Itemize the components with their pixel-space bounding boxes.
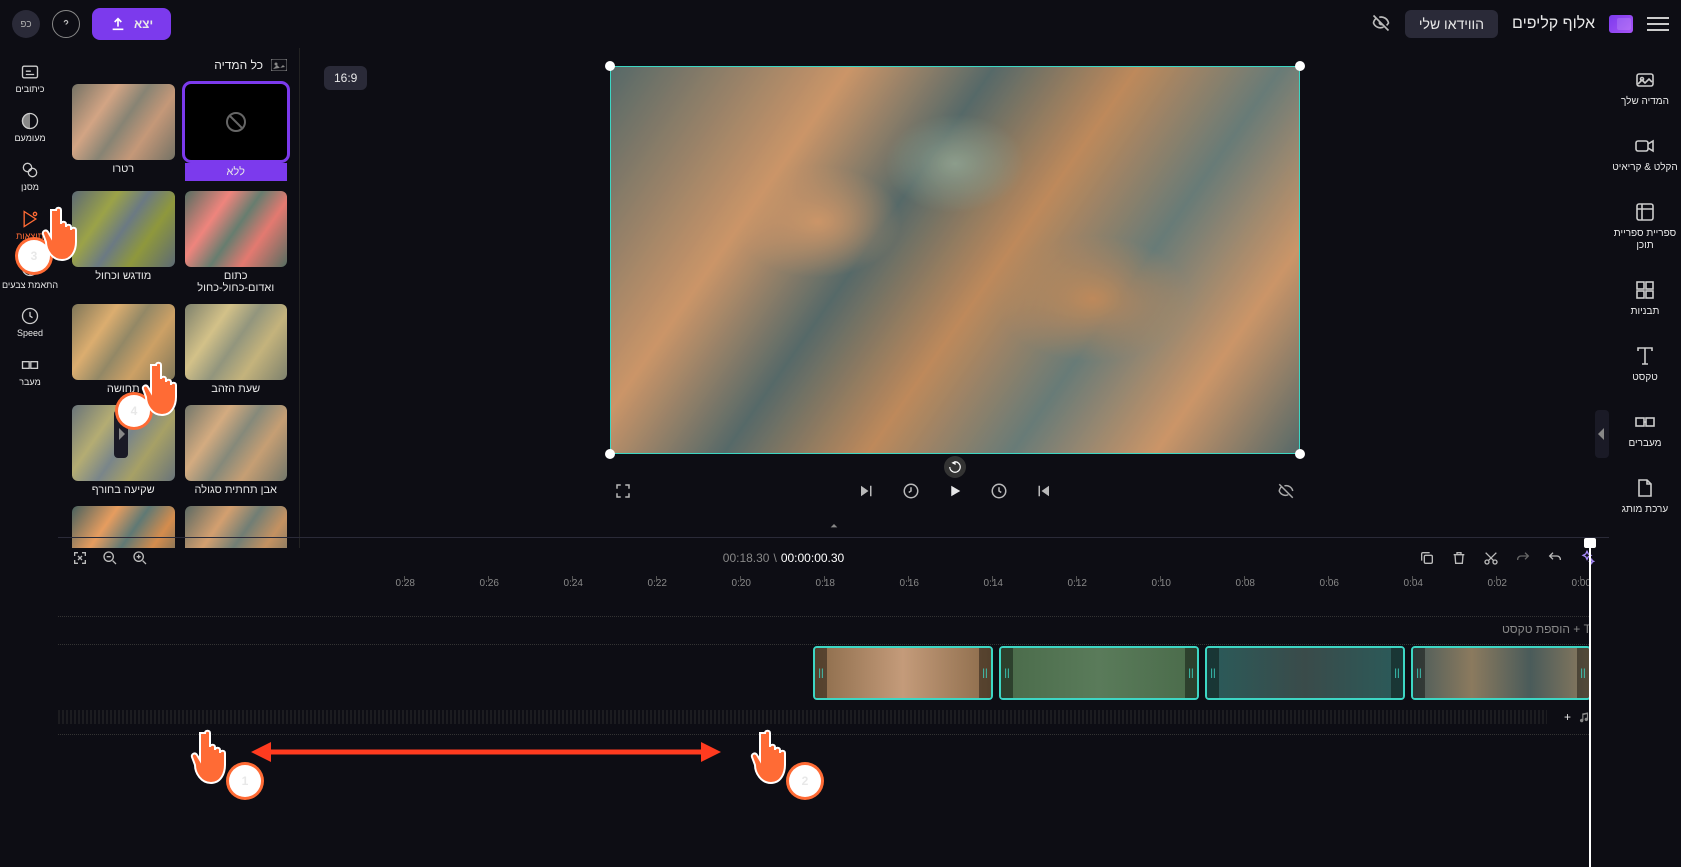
nav-text-icon [1633, 344, 1657, 368]
zoom-out-icon[interactable] [102, 550, 118, 566]
nav-record[interactable]: הקלט & קריאיט [1609, 130, 1681, 178]
clip-4[interactable]: |||| [813, 646, 993, 700]
canvas[interactable] [610, 66, 1300, 454]
play-button[interactable] [946, 482, 964, 503]
nav-library-icon [1633, 200, 1657, 224]
add-audio-hint[interactable]: + [1564, 710, 1591, 724]
tutorial-hand-3 [38, 200, 92, 264]
rotate-handle-icon[interactable] [944, 456, 966, 478]
playhead[interactable] [1589, 538, 1591, 867]
upload-icon [110, 16, 126, 32]
clip-3[interactable]: |||| [999, 646, 1199, 700]
undo-icon[interactable] [1547, 550, 1563, 566]
right-sidebar: המדיה שלך הקלט & קריאיט ספריית ספריית תוכן… [1609, 48, 1681, 548]
nav-transitions[interactable]: מעברים [1609, 406, 1681, 454]
filter-שעת הזהב[interactable]: שעת הזהב [185, 304, 288, 395]
filter-כתום ואדום-כחול-כחול[interactable]: כתום ואדום-כחול-כחול [185, 191, 288, 294]
filter-אבן תחתית סגולה[interactable]: אבן תחתית סגולה [185, 405, 288, 496]
preview-visibility-icon[interactable] [1277, 482, 1295, 503]
duplicate-icon[interactable] [1419, 550, 1435, 566]
nav-templates-icon [1633, 278, 1657, 302]
resize-handle-bl[interactable] [1295, 449, 1305, 459]
left-captions[interactable]: כיתובים [15, 62, 44, 95]
tutorial-arrow-icon [251, 737, 721, 767]
timeline-zoom [72, 550, 148, 566]
left-speed[interactable]: Speed [17, 306, 43, 339]
left-transition[interactable]: מעבר [19, 355, 41, 388]
timeline: 00:00:00.30 \ 00:18.30 0:000:020:040:060… [58, 537, 1609, 867]
delete-icon[interactable] [1451, 550, 1467, 566]
tutorial-hand-2 [747, 723, 801, 787]
tutorial-hand-1 [187, 723, 241, 787]
player-controls [324, 482, 1585, 503]
aspect-ratio-tag[interactable]: 16:9 [324, 66, 367, 90]
panel-header: כל המדיה [72, 58, 287, 72]
resize-handle-tl[interactable] [1295, 61, 1305, 71]
cut-icon[interactable] [1483, 550, 1499, 566]
nav-media-icon [1633, 68, 1657, 92]
clip-2[interactable]: |||| [1205, 646, 1405, 700]
nav-library[interactable]: ספריית ספריית תוכן [1609, 196, 1681, 256]
app-logo-icon [1609, 15, 1633, 33]
export-label: יצא [134, 17, 153, 31]
magic-icon[interactable] [1579, 550, 1595, 566]
skip-end-icon[interactable] [858, 482, 876, 503]
premium-badge[interactable]: כפ [12, 10, 40, 38]
preview-area: 16:9 [300, 48, 1609, 548]
left-captions-icon [20, 62, 40, 82]
filter-ללא[interactable]: ללא [185, 84, 288, 181]
resize-handle-br[interactable] [605, 449, 615, 459]
app-title: אלוף קליפים [1512, 15, 1595, 33]
nav-brand-icon [1633, 476, 1657, 500]
nav-record-icon [1633, 134, 1657, 158]
tutorial-hand-4 [138, 355, 192, 419]
top-bar: אלוף קליפים הווידאו שלי יצא כפ [0, 0, 1681, 48]
resize-handle-tr[interactable] [605, 61, 615, 71]
left-transition-icon [20, 355, 40, 375]
left-fade[interactable]: מעומעם [14, 111, 45, 144]
left-filter-icon [20, 160, 40, 180]
nav-brand[interactable]: ערכת מותג [1609, 472, 1681, 520]
audio-waveform[interactable] [58, 710, 1547, 724]
add-text-hint[interactable]: T + הוספת טקסט [1502, 622, 1591, 636]
clip-1[interactable]: |||| [1411, 646, 1591, 700]
media-icon [271, 59, 287, 71]
rewind-10-icon[interactable] [990, 482, 1008, 503]
skip-start-icon[interactable] [1034, 482, 1052, 503]
nav-transitions-icon [1633, 410, 1657, 434]
help-icon[interactable] [52, 10, 80, 38]
project-name[interactable]: הווידאו שלי [1405, 10, 1498, 38]
nav-templates[interactable]: תבניות [1609, 274, 1681, 322]
visibility-off-icon[interactable] [1371, 13, 1391, 36]
timeline-ruler[interactable]: 0:000:020:040:060:080:100:120:140:160:18… [58, 578, 1591, 604]
menu-icon[interactable] [1647, 17, 1669, 31]
forward-10-icon[interactable] [902, 482, 920, 503]
fullscreen-icon[interactable] [614, 482, 632, 503]
zoom-in-icon[interactable] [132, 550, 148, 566]
zoom-fit-icon[interactable] [72, 550, 88, 566]
timeline-tools [1419, 550, 1595, 566]
export-button[interactable]: יצא [92, 8, 171, 40]
tracks: T + הוספת טקסט |||| |||| |||| |||| + [58, 604, 1591, 824]
nav-media[interactable]: המדיה שלך [1609, 64, 1681, 112]
timeline-time: 00:00:00.30 \ 00:18.30 [723, 551, 844, 565]
left-speed-icon [20, 306, 40, 326]
left-filter[interactable]: מסנן [20, 160, 40, 193]
filter-רטרו[interactable]: רטרו [72, 84, 175, 181]
left-sidebar: כיתוביםמעומעםמסנןתוצאותהתאמת צבעיםSpeedמ… [0, 48, 60, 548]
filters-panel: כל המדיה ללארטרוכתום ואדום-כחול-כחולמודג… [60, 48, 300, 548]
expand-timeline-icon[interactable] [58, 518, 1609, 538]
nav-text[interactable]: טקסט [1609, 340, 1681, 388]
redo-icon[interactable] [1515, 550, 1531, 566]
preview-image [611, 67, 1299, 453]
left-fade-icon [20, 111, 40, 131]
